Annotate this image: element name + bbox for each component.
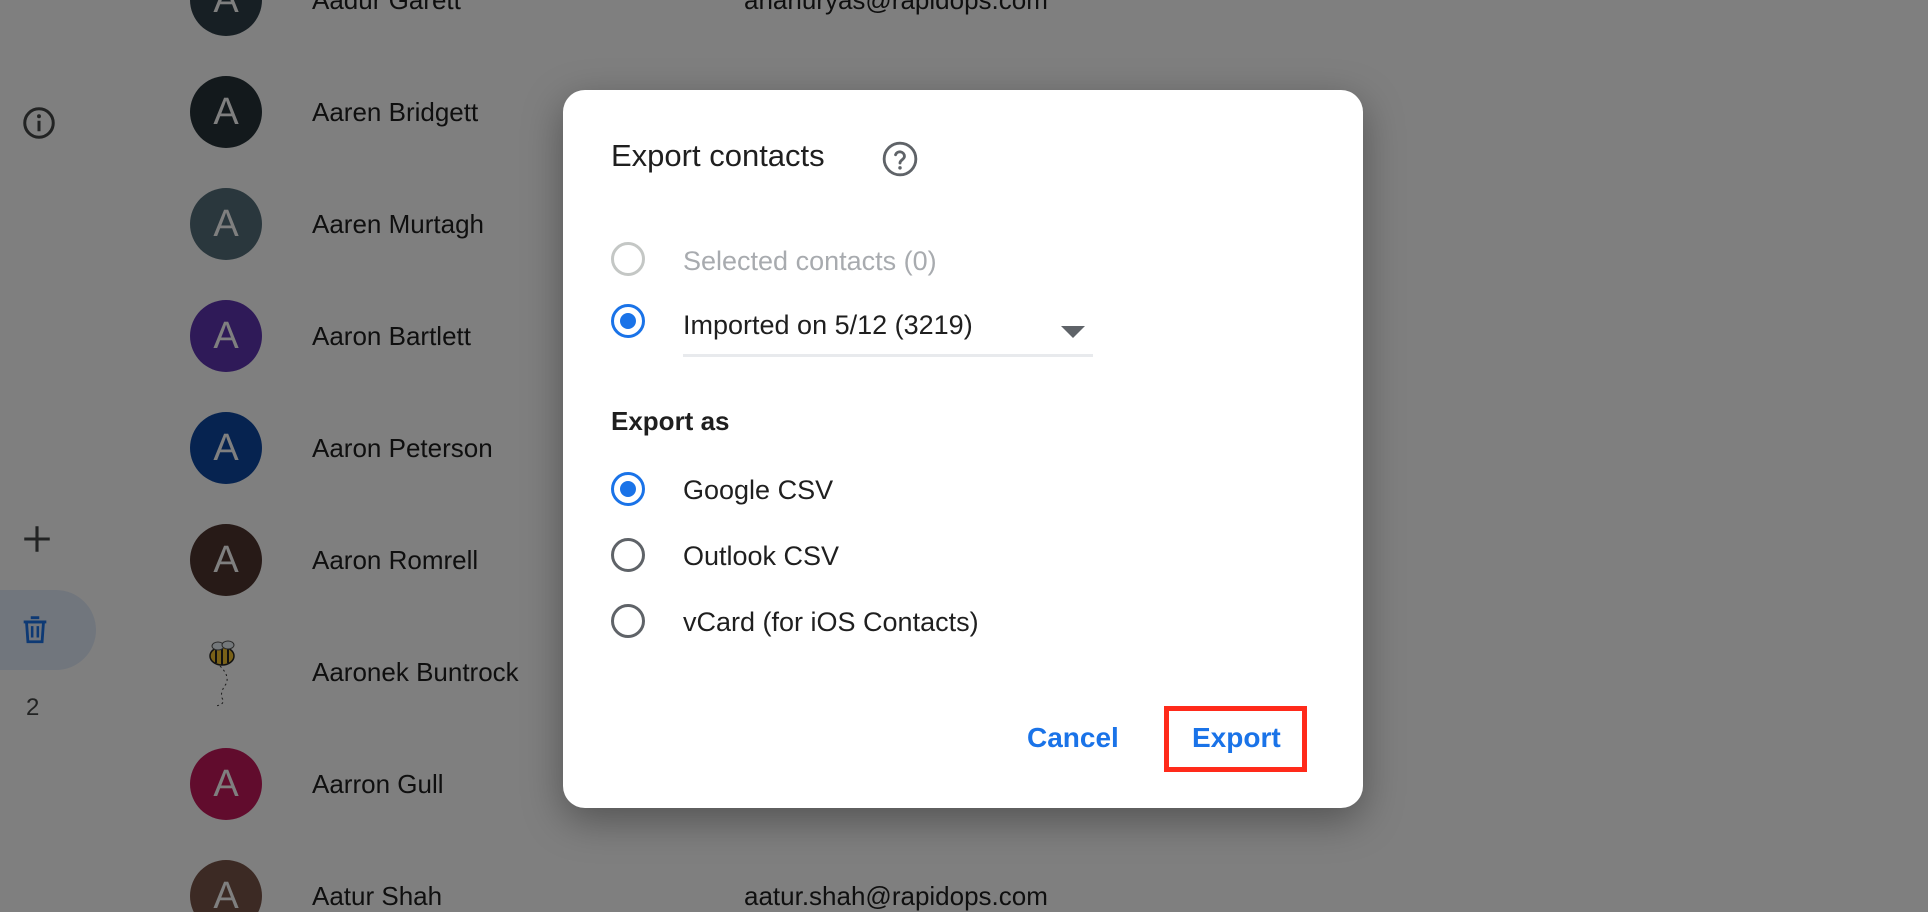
export-contacts-dialog: Export contacts Selected contacts (0) Im…	[563, 90, 1363, 808]
radio-imported-contacts[interactable]	[611, 304, 645, 338]
imported-group-select[interactable]: Imported on 5/12 (3219)	[683, 302, 1093, 357]
radio-selected-contacts	[611, 242, 645, 276]
imported-group-select-value: Imported on 5/12 (3219)	[683, 310, 973, 340]
option-outlook-csv-label[interactable]: Outlook CSV	[683, 541, 839, 572]
contacts-app: 2 AAadur Garettananuryas@rapidops.comAAa…	[0, 0, 1928, 912]
dialog-title: Export contacts	[611, 138, 825, 173]
option-vcard-label[interactable]: vCard (for iOS Contacts)	[683, 607, 979, 638]
help-circle-icon[interactable]	[881, 140, 919, 178]
radio-google-csv[interactable]	[611, 472, 645, 506]
export-button[interactable]: Export	[1192, 722, 1281, 754]
option-google-csv-label[interactable]: Google CSV	[683, 475, 833, 506]
radio-outlook-csv[interactable]	[611, 538, 645, 572]
radio-vcard[interactable]	[611, 604, 645, 638]
option-selected-contacts-label: Selected contacts (0)	[683, 246, 937, 276]
export-as-heading: Export as	[611, 406, 730, 436]
dropdown-arrow-icon[interactable]	[1061, 326, 1085, 338]
cancel-button[interactable]: Cancel	[1027, 722, 1119, 754]
